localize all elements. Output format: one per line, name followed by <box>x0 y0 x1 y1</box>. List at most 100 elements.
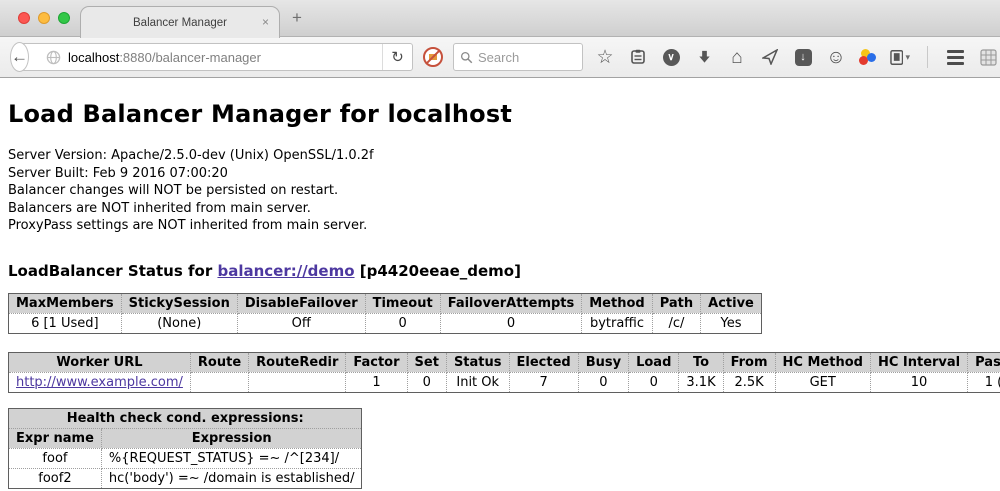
reload-button[interactable]: ↻ <box>382 44 412 70</box>
worker-status-table: Worker URL Route RouteRedir Factor Set S… <box>8 352 1000 393</box>
page-content: Load Balancer Manager for localhost Serv… <box>0 78 1000 490</box>
column-header: Expr name <box>9 428 102 448</box>
page-title: Load Balancer Manager for localhost <box>8 100 992 128</box>
table-row: http://www.example.com/ 1 0 Init Ok 7 0 … <box>9 372 1000 392</box>
column-header: Route <box>190 352 248 372</box>
column-header: Timeout <box>365 293 440 313</box>
column-header: FailoverAttempts <box>440 293 582 313</box>
dropdown-caret-icon[interactable]: ▾ <box>905 52 910 63</box>
column-header: Status <box>446 352 509 372</box>
column-header: From <box>723 352 775 372</box>
table-row: foof2 hc('body') =~ /domain is establish… <box>9 468 362 488</box>
menu-hamburger-icon[interactable] <box>945 47 965 67</box>
balancer-demo-link[interactable]: balancer://demo <box>217 262 354 280</box>
health-check-expressions-table: Health check cond. expressions: Expr nam… <box>8 408 362 489</box>
downloads-icon[interactable] <box>694 47 714 67</box>
column-header: HC Interval <box>870 352 967 372</box>
cell-method: bytraffic <box>582 313 652 333</box>
cell-passes: 1 (0) <box>968 372 1000 392</box>
cell-active: Yes <box>701 313 762 333</box>
tab-close-icon[interactable]: × <box>262 15 269 29</box>
colored-dots-extension-icon[interactable] <box>859 48 877 66</box>
column-header: To <box>679 352 723 372</box>
smiley-extension-icon[interactable]: ☺ <box>826 47 846 67</box>
server-built-line: Server Built: Feb 9 2016 07:00:20 <box>8 165 992 183</box>
browser-tab[interactable]: Balancer Manager × <box>80 6 280 38</box>
column-header: Passes <box>968 352 1000 372</box>
table-title-row: Health check cond. expressions: <box>9 408 362 428</box>
sidebar-clipboard-icon[interactable] <box>628 47 648 67</box>
cell-busy: 0 <box>578 372 628 392</box>
column-header: Expression <box>101 428 362 448</box>
table-header-row: Expr name Expression <box>9 428 362 448</box>
search-bar[interactable] <box>453 43 583 71</box>
url-path: :8880/balancer-manager <box>119 50 261 65</box>
url-bar[interactable]: localhost:8880/balancer-manager ↻ <box>21 43 413 71</box>
new-tab-button[interactable]: + <box>292 8 302 28</box>
cell-timeout: 0 <box>365 313 440 333</box>
persist-notice-line: Balancer changes will NOT be persisted o… <box>8 182 992 200</box>
back-button[interactable]: ← <box>10 42 29 72</box>
cell-maxmembers: 6 [1 Used] <box>9 313 122 333</box>
column-header: RouteRedir <box>249 352 346 372</box>
cell-from: 2.5K <box>723 372 775 392</box>
pocket-icon[interactable]: ∨ <box>661 47 681 67</box>
window-zoom-button[interactable] <box>58 12 70 24</box>
table-header-row: MaxMembers StickySession DisableFailover… <box>9 293 762 313</box>
archive-extension-icon[interactable]: ▾ <box>890 47 910 67</box>
url-host: localhost <box>68 50 119 65</box>
search-icon <box>460 51 473 64</box>
toolbar-icons: ☆ ∨ ⌂ ↓ ☺ <box>595 46 998 68</box>
server-info: Server Version: Apache/2.5.0-dev (Unix) … <box>8 147 992 235</box>
column-header: MaxMembers <box>9 293 122 313</box>
cell-routeredir <box>249 372 346 392</box>
navigation-toolbar: ← localhost:8880/balancer-manager ↻ ☆ ∨ <box>0 37 1000 78</box>
cell-expr-name: foof2 <box>9 468 102 488</box>
server-version-line: Server Version: Apache/2.5.0-dev (Unix) … <box>8 147 992 165</box>
save-to-drive-icon[interactable]: ↓ <box>793 47 813 67</box>
column-header: Method <box>582 293 652 313</box>
cell-hc-method: GET <box>775 372 870 392</box>
bookmark-star-icon[interactable]: ☆ <box>595 47 615 67</box>
proxypass-notice-line: ProxyPass settings are NOT inherited fro… <box>8 217 992 235</box>
window-close-button[interactable] <box>18 12 30 24</box>
cell-failoverattempts: 0 <box>440 313 582 333</box>
cell-expression: %{REQUEST_STATUS} =~ /^[234]/ <box>101 448 362 468</box>
cell-factor: 1 <box>346 372 407 392</box>
home-icon[interactable]: ⌂ <box>727 47 747 67</box>
column-header: Elected <box>509 352 578 372</box>
url-text[interactable]: localhost:8880/balancer-manager <box>68 50 382 65</box>
column-header: Set <box>407 352 446 372</box>
table-header-row: Worker URL Route RouteRedir Factor Set S… <box>9 352 1000 372</box>
column-header: StickySession <box>121 293 237 313</box>
search-input[interactable] <box>478 50 568 65</box>
cell-path: /c/ <box>652 313 700 333</box>
column-header: Factor <box>346 352 407 372</box>
window-minimize-button[interactable] <box>38 12 50 24</box>
cell-set: 0 <box>407 372 446 392</box>
worker-url-link[interactable]: http://www.example.com/ <box>16 375 183 390</box>
inherit-notice-line: Balancers are NOT inherited from main se… <box>8 200 992 218</box>
status-heading-suffix: [p4420eeae_demo] <box>355 262 521 280</box>
site-identity-globe-icon <box>46 50 61 65</box>
cell-hc-interval: 10 <box>870 372 967 392</box>
column-header: Active <box>701 293 762 313</box>
cell-expression: hc('body') =~ /domain is established/ <box>101 468 362 488</box>
grid-extension-icon[interactable] <box>978 47 998 67</box>
toolbar-separator <box>927 46 928 68</box>
cell-expr-name: foof <box>9 448 102 468</box>
cell-elected: 7 <box>509 372 578 392</box>
column-header: Load <box>629 352 679 372</box>
window-controls <box>18 12 70 24</box>
table-row: 6 [1 Used] (None) Off 0 0 bytraffic /c/ … <box>9 313 762 333</box>
tab-title: Balancer Manager <box>133 17 227 29</box>
window-titlebar: Balancer Manager × + <box>0 0 1000 37</box>
cell-to: 3.1K <box>679 372 723 392</box>
table-row: foof %{REQUEST_STATUS} =~ /^[234]/ <box>9 448 362 468</box>
cell-stickysession: (None) <box>121 313 237 333</box>
send-tab-icon[interactable] <box>760 47 780 67</box>
balancer-settings-table: MaxMembers StickySession DisableFailover… <box>8 293 762 334</box>
plugin-blocked-icon[interactable] <box>423 47 443 67</box>
status-heading-prefix: LoadBalancer Status for <box>8 262 217 280</box>
health-table-title: Health check cond. expressions: <box>9 408 362 428</box>
